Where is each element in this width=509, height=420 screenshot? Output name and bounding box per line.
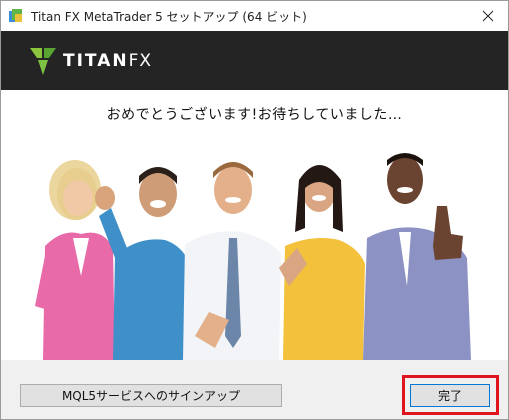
person-man-suit: [363, 153, 471, 360]
logo-text-fx: FX: [128, 51, 153, 71]
close-button[interactable]: [468, 1, 508, 31]
congratulations-message: おめでとうございます!お待ちしていました…: [106, 107, 403, 123]
content-area: おめでとうございます!お待ちしていました…: [1, 90, 508, 360]
person-woman-yellow: [279, 165, 365, 360]
close-icon: [482, 10, 494, 22]
titanfx-logo-text: TITANFX: [63, 51, 152, 71]
finish-button[interactable]: 完了: [410, 384, 490, 407]
logo-text-titan: TITAN: [63, 51, 129, 71]
footer: MQL5サービスへのサインアップ 完了: [1, 360, 508, 419]
setup-window: Titan FX MetaTrader 5 セットアップ (64 ビット) TI…: [0, 0, 509, 420]
app-icon: [9, 9, 22, 22]
header-banner: TITANFX: [1, 31, 508, 90]
mql5-signup-button[interactable]: MQL5サービスへのサインアップ: [20, 384, 282, 407]
window-title: Titan FX MetaTrader 5 セットアップ (64 ビット): [31, 10, 307, 24]
title-bar: Titan FX MetaTrader 5 セットアップ (64 ビット): [1, 1, 508, 31]
titanfx-logo: TITANFX: [29, 44, 152, 78]
celebrating-people-image: [35, 153, 471, 360]
titanfx-logo-mark-icon: [30, 48, 56, 75]
person-man-white-shirt: [183, 162, 281, 360]
